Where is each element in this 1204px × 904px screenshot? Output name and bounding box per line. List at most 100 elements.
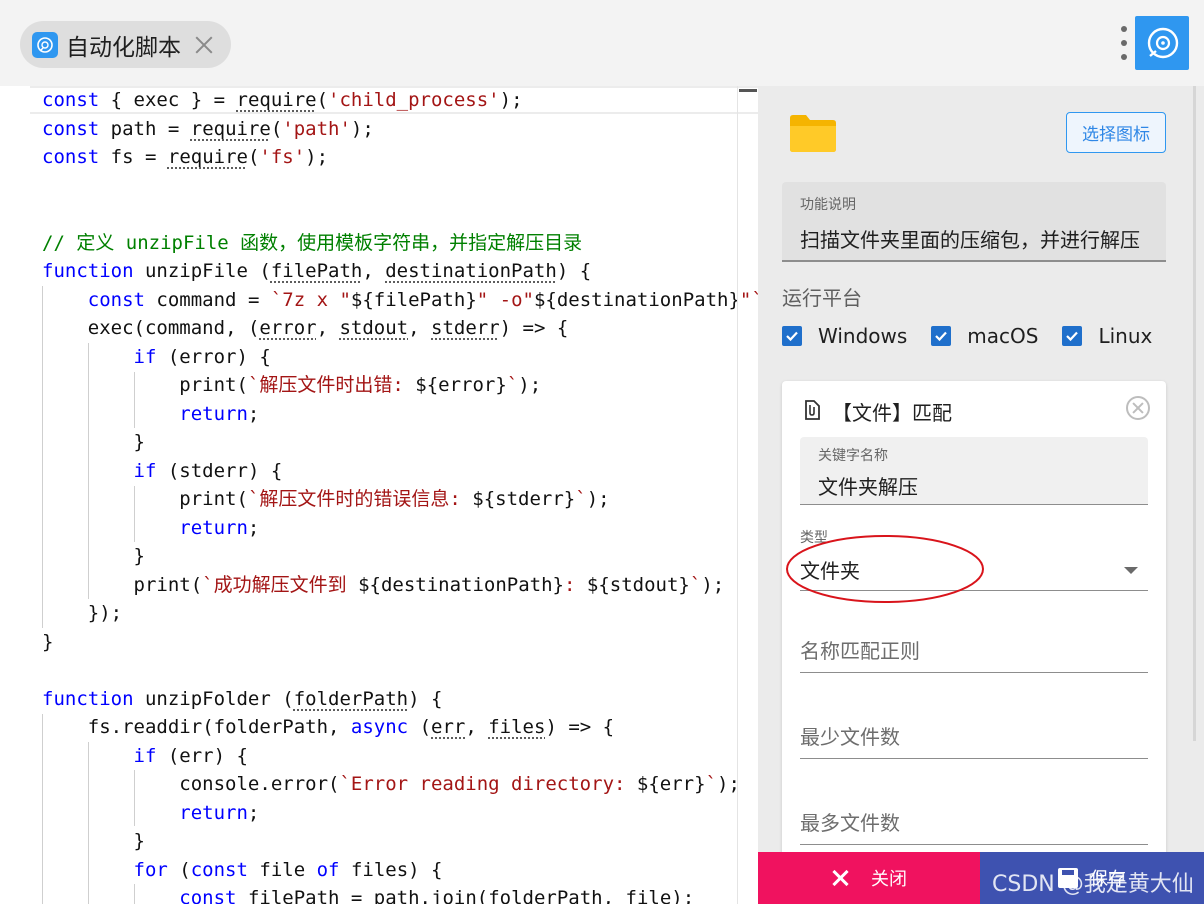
keyword-name-label: 关键字名称 xyxy=(818,448,888,464)
description-label: 功能说明 xyxy=(800,197,856,213)
code-token: ; xyxy=(247,402,260,425)
code-token: exec xyxy=(87,317,134,339)
code-token: ) { xyxy=(408,858,443,881)
code-token: const xyxy=(42,146,100,168)
close-icon xyxy=(831,869,849,887)
code-token: } = xyxy=(179,89,237,111)
code-token: print xyxy=(179,488,237,510)
code-token: } xyxy=(42,431,145,453)
code-line: } xyxy=(42,428,145,456)
type-select[interactable]: 文件夹 xyxy=(786,535,1148,603)
code-token: ) => { xyxy=(499,317,569,339)
code-token: const xyxy=(190,858,248,881)
code-token: ` xyxy=(575,488,587,510)
code-token: require xyxy=(167,146,248,168)
name-regex-input[interactable] xyxy=(800,633,1148,669)
checkbox-checked-icon[interactable] xyxy=(782,326,802,346)
keyword-name-field[interactable]: 关键字名称 文件夹解压 xyxy=(800,437,1148,505)
code-token: `Error reading directory: xyxy=(339,773,637,795)
platform-option-macos[interactable]: macOS xyxy=(931,324,1038,348)
code-token: error xyxy=(179,345,237,368)
code-token: , xyxy=(328,716,351,738)
more-menu-icon[interactable] xyxy=(1118,26,1130,60)
code-token: if xyxy=(133,345,157,368)
code-token: ${ xyxy=(636,773,660,795)
code-token: ${ xyxy=(472,488,496,510)
remove-card-icon[interactable] xyxy=(1126,396,1150,420)
max-files-input[interactable] xyxy=(800,805,1148,841)
code-line: return; xyxy=(42,514,259,542)
min-files-input[interactable] xyxy=(800,719,1148,755)
top-bar: 自动化脚本 xyxy=(0,0,1204,86)
code-token: `成功解压文件到 xyxy=(202,573,359,596)
code-editor[interactable]: const { exec } = require('child_process'… xyxy=(0,86,758,904)
code-line: print(`解压文件时出错: ${error}`); xyxy=(42,371,541,399)
close-tab-icon[interactable] xyxy=(193,34,215,56)
choose-icon-button[interactable]: 选择图标 xyxy=(1066,112,1166,153)
code-token: ) { xyxy=(213,744,248,767)
code-line: } xyxy=(42,827,145,855)
code-token: if xyxy=(133,744,157,767)
platform-option-linux[interactable]: Linux xyxy=(1062,324,1152,348)
code-line: if (error) { xyxy=(42,343,271,371)
robot-face-icon xyxy=(32,31,58,58)
code-token: ( xyxy=(190,573,203,596)
tab-automation-script[interactable]: 自动化脚本 xyxy=(20,21,231,68)
code-line: }); xyxy=(42,599,122,627)
code-token: ); xyxy=(701,573,725,596)
code-token: . xyxy=(419,887,431,904)
close-button[interactable]: 关闭 xyxy=(758,852,980,904)
code-line: const { exec } = require('child_process'… xyxy=(42,86,523,114)
code-token: file xyxy=(259,858,306,881)
max-files-field[interactable] xyxy=(800,805,1148,845)
code-token: 'fs' xyxy=(259,146,306,168)
checkbox-checked-icon[interactable] xyxy=(1062,326,1083,346)
code-token: path xyxy=(110,117,157,140)
code-token: `解压文件时的错误信息: xyxy=(247,488,473,510)
code-token: ; xyxy=(247,516,260,539)
code-line: print(`成功解压文件到 ${destinationPath}: ${std… xyxy=(42,571,725,599)
keyword-name-value: 文件夹解压 xyxy=(818,475,918,499)
editor-scrollbar[interactable] xyxy=(737,86,738,904)
code-token: = xyxy=(133,146,168,168)
code-token: ( xyxy=(156,459,180,482)
robot-face-icon[interactable] xyxy=(1135,16,1189,70)
code-line: } xyxy=(42,542,145,570)
platform-option-windows[interactable]: Windows xyxy=(782,324,907,348)
code-line: const filePath = path.join(folderPath, f… xyxy=(42,884,694,904)
min-files-field[interactable] xyxy=(800,719,1148,759)
code-token: files xyxy=(350,858,409,881)
code-token: 'path' xyxy=(282,117,351,140)
panel-scrollbar[interactable] xyxy=(1193,86,1196,741)
code-token: stderr xyxy=(495,488,564,510)
code-token: const xyxy=(87,288,145,311)
type-value: 文件夹 xyxy=(800,559,860,583)
code-token: ) => { xyxy=(545,716,615,738)
code-token: return xyxy=(179,801,248,824)
code-token: "` xyxy=(739,288,758,311)
chevron-down-icon[interactable] xyxy=(1124,567,1138,574)
code-token: ); xyxy=(671,887,695,904)
code-token: folderPath xyxy=(293,687,409,710)
code-token: function xyxy=(42,260,134,282)
name-regex-field[interactable] xyxy=(800,633,1148,673)
code-token: fs xyxy=(87,716,111,738)
code-token: ) { xyxy=(556,260,592,282)
description-field[interactable]: 功能说明 扫描文件夹里面的压缩包，并进行解压 xyxy=(782,182,1166,262)
code-token: `7z x " xyxy=(270,288,351,311)
code-token: command xyxy=(144,317,226,339)
code-line: console.error(`Error reading directory: … xyxy=(42,770,740,798)
code-token: `解压文件时出错: xyxy=(247,374,416,396)
code-token: return xyxy=(179,402,248,425)
checkbox-checked-icon[interactable] xyxy=(931,326,952,346)
code-token: ${ xyxy=(533,288,557,311)
close-button-label: 关闭 xyxy=(871,869,907,890)
